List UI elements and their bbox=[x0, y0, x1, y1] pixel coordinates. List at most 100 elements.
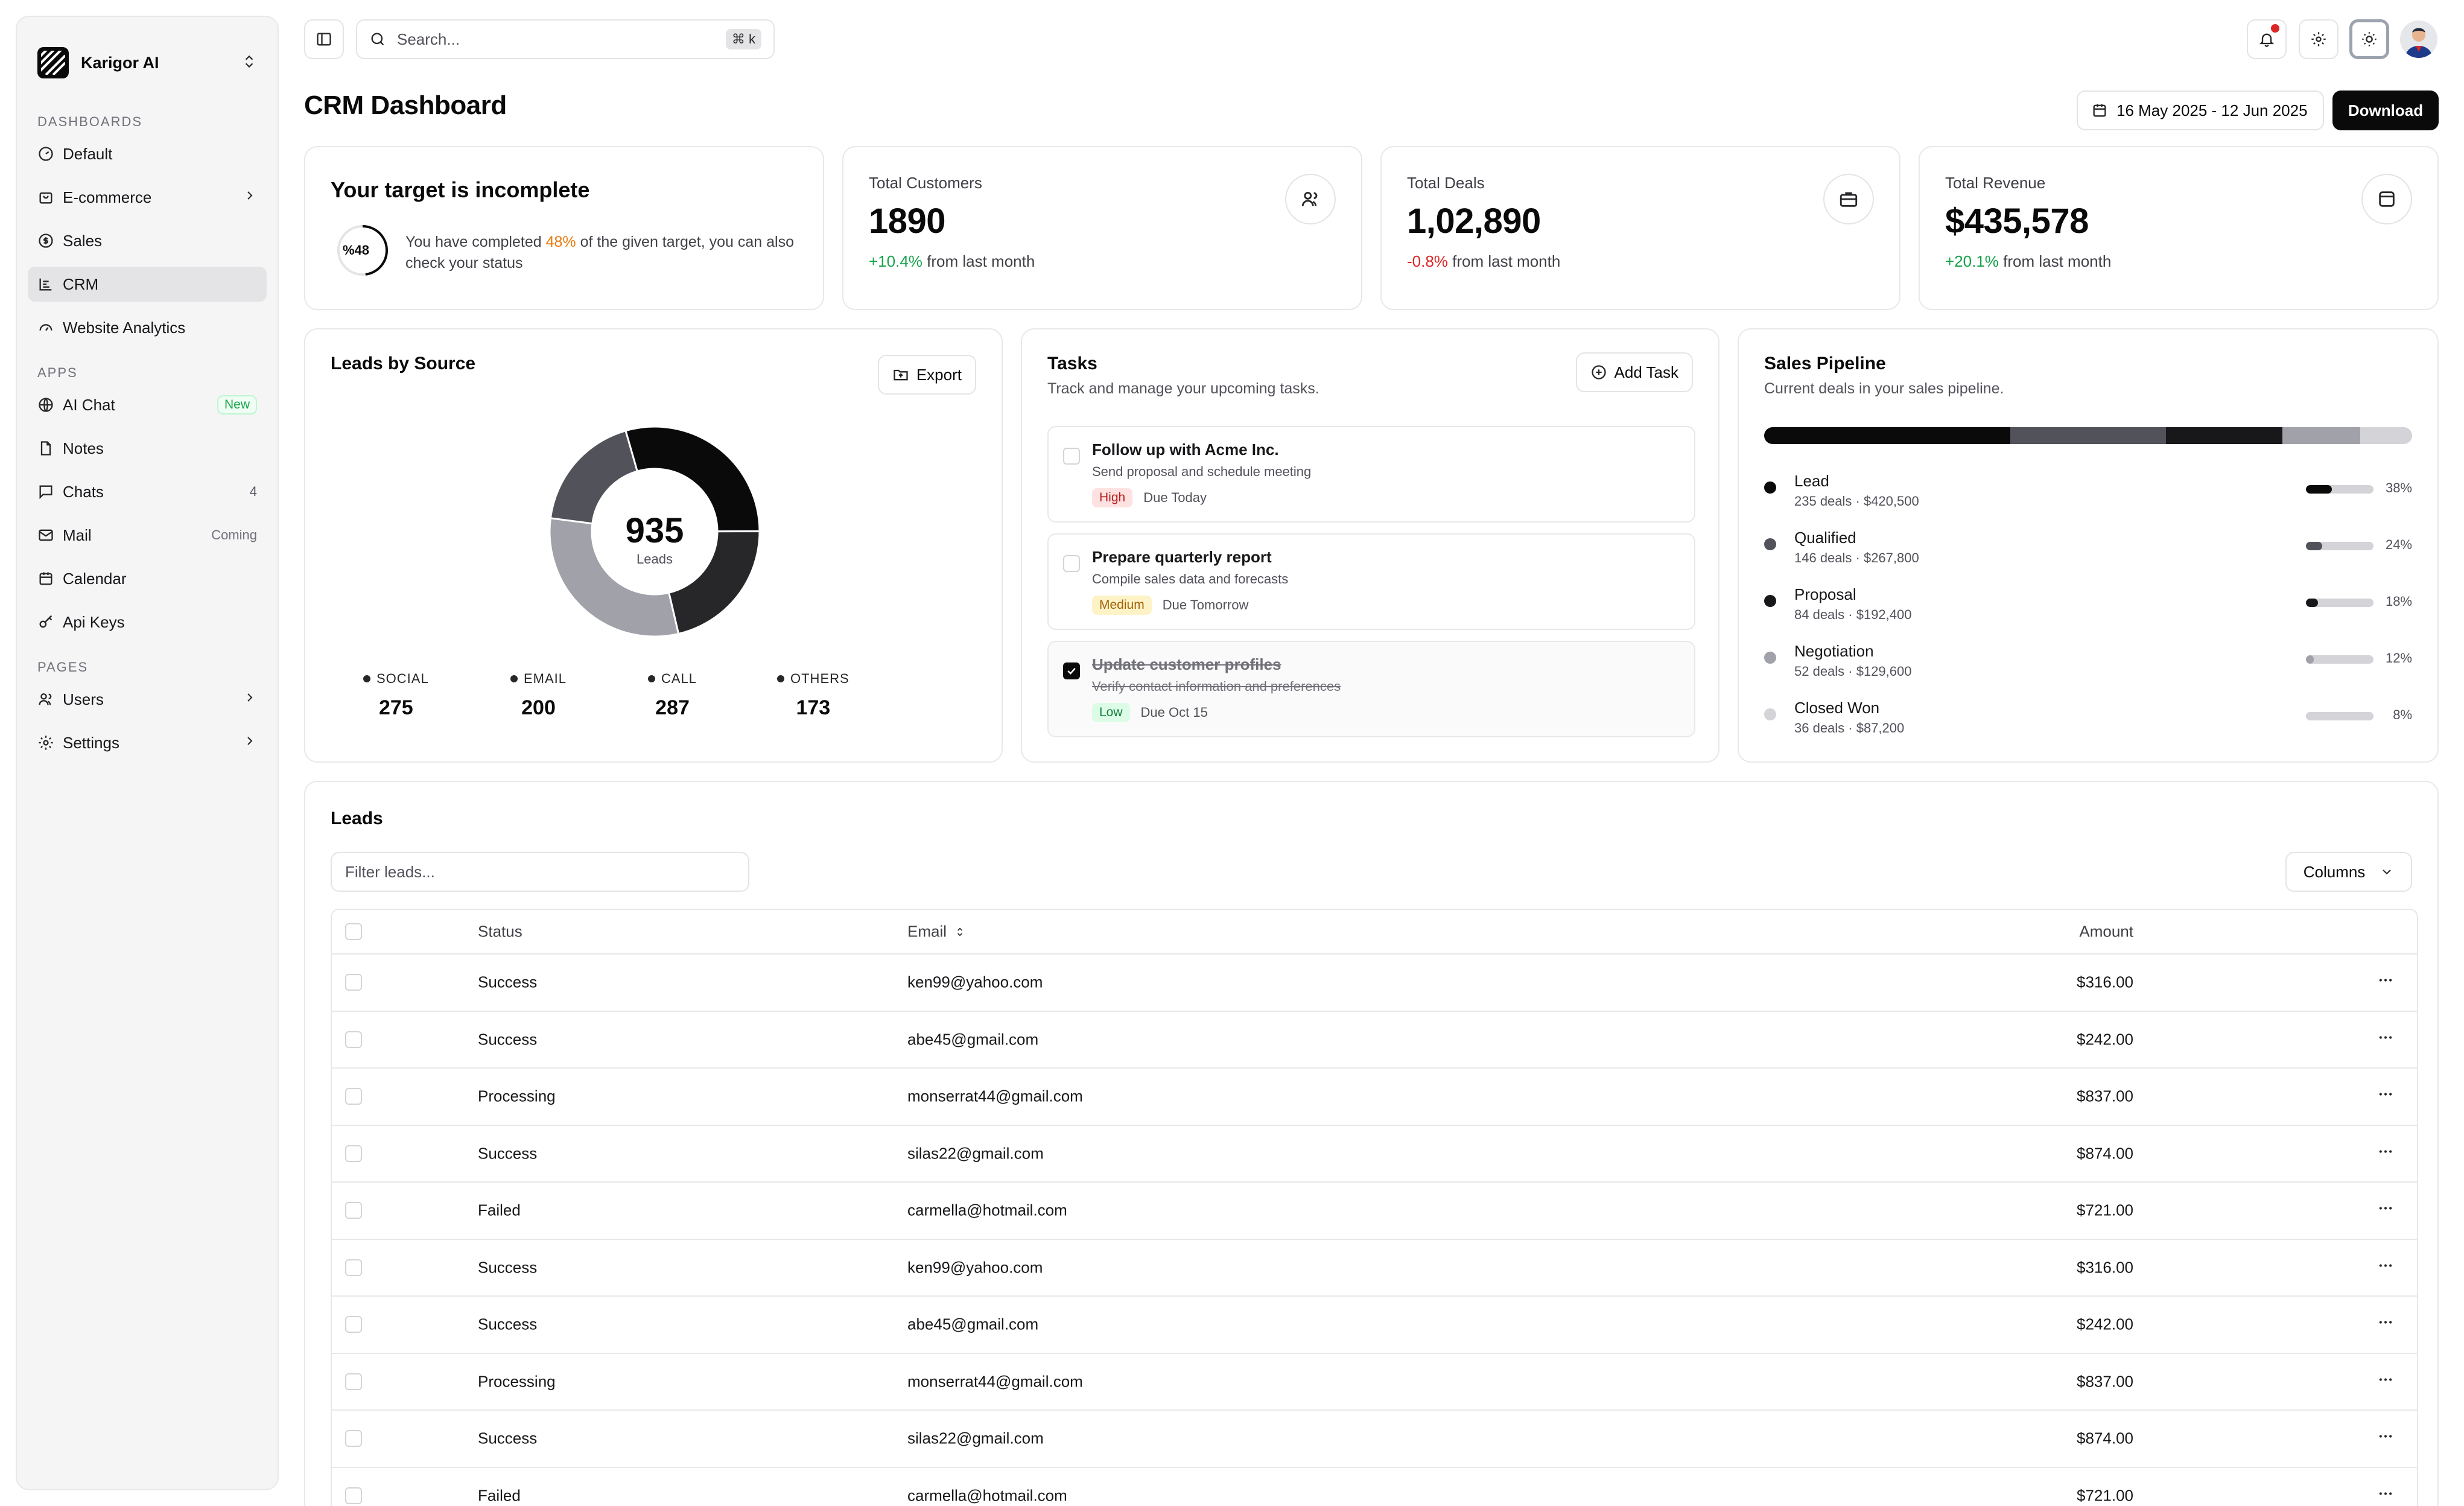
sidebar-item-settings[interactable]: Settings bbox=[28, 725, 267, 760]
search-input[interactable]: Search... ⌘ k bbox=[356, 19, 775, 59]
table-row[interactable]: Success abe45@gmail.com $242.00 bbox=[332, 1297, 2417, 1354]
leads-source-title: Leads by Source bbox=[331, 354, 476, 373]
row-checkbox[interactable] bbox=[345, 1373, 362, 1390]
table-row[interactable]: Success abe45@gmail.com $242.00 bbox=[332, 1012, 2417, 1069]
row-actions-button[interactable] bbox=[2377, 1029, 2394, 1050]
row-actions-button[interactable] bbox=[2377, 1257, 2394, 1278]
add-task-button[interactable]: Add Task bbox=[1575, 352, 1693, 392]
export-label: Export bbox=[916, 365, 962, 384]
sidebar-item-label: E-commerce bbox=[63, 188, 152, 206]
user-avatar[interactable] bbox=[2400, 21, 2437, 58]
row-status: Processing bbox=[478, 1372, 556, 1391]
task-item[interactable]: Update customer profiles Verify contact … bbox=[1047, 641, 1695, 737]
table-row[interactable]: Failed carmella@hotmail.com $721.00 bbox=[332, 1468, 2417, 1506]
row-actions-button[interactable] bbox=[2377, 1200, 2394, 1221]
row-checkbox[interactable] bbox=[345, 1031, 362, 1048]
export-button[interactable]: Export bbox=[877, 355, 976, 395]
row-checkbox[interactable] bbox=[345, 1259, 362, 1276]
sidebar-item-ecommerce[interactable]: E-commerce bbox=[28, 180, 267, 215]
date-range-picker[interactable]: 16 May 2025 - 12 Jun 2025 bbox=[2077, 91, 2324, 130]
row-checkbox[interactable] bbox=[345, 974, 362, 991]
file-icon bbox=[37, 440, 54, 457]
columns-button[interactable]: Columns bbox=[2285, 852, 2412, 892]
sidebar-item-default[interactable]: Default bbox=[28, 136, 267, 171]
theme-toggle-button[interactable] bbox=[2349, 19, 2389, 59]
priority-badge: Low bbox=[1092, 703, 1130, 722]
sidebar-toggle-button[interactable] bbox=[304, 19, 344, 59]
key-icon bbox=[37, 614, 54, 631]
task-checkbox[interactable] bbox=[1063, 662, 1080, 679]
legend-item: OTHERS 173 bbox=[777, 671, 849, 720]
row-actions-button[interactable] bbox=[2377, 1428, 2394, 1449]
sidebar-item-chats[interactable]: Chats 4 bbox=[28, 474, 267, 509]
pipeline-title: Sales Pipeline bbox=[1764, 354, 1886, 373]
notifications-button[interactable] bbox=[2247, 19, 2287, 59]
table-row[interactable]: Processing monserrat44@gmail.com $837.00 bbox=[332, 1354, 2417, 1411]
row-email: carmella@hotmail.com bbox=[907, 1201, 1067, 1219]
legend-swatch bbox=[510, 675, 518, 682]
row-actions-button[interactable] bbox=[2377, 972, 2394, 993]
row-status: Processing bbox=[478, 1087, 556, 1105]
table-row[interactable]: Success silas22@gmail.com $874.00 bbox=[332, 1126, 2417, 1183]
row-checkbox[interactable] bbox=[345, 1430, 362, 1447]
task-due: Due Tomorrow bbox=[1162, 597, 1249, 612]
sidebar-item-mail[interactable]: Mail Coming bbox=[28, 518, 267, 553]
stat-value: $435,578 bbox=[1945, 202, 2089, 241]
table-row[interactable]: Success silas22@gmail.com $874.00 bbox=[332, 1411, 2417, 1468]
task-due: Due Oct 15 bbox=[1140, 705, 1208, 720]
table-row[interactable]: Processing monserrat44@gmail.com $837.00 bbox=[332, 1069, 2417, 1126]
sun-icon bbox=[2362, 32, 2377, 46]
row-actions-button[interactable] bbox=[2377, 1143, 2394, 1164]
team-switcher[interactable]: Karigor AI bbox=[28, 31, 267, 94]
row-email: carmella@hotmail.com bbox=[907, 1486, 1067, 1505]
brand-name: Karigor AI bbox=[81, 53, 159, 72]
stage-progress-fill bbox=[2306, 599, 2319, 607]
sidebar-item-sales[interactable]: Sales bbox=[28, 223, 267, 258]
task-meta: Medium Due Tomorrow bbox=[1092, 596, 1678, 615]
table-row[interactable]: Success ken99@yahoo.com $316.00 bbox=[332, 955, 2417, 1012]
sidebar-item-ai-chat[interactable]: AI Chat New bbox=[28, 387, 267, 422]
row-actions-button[interactable] bbox=[2377, 1314, 2394, 1335]
stage-dot bbox=[1764, 708, 1776, 720]
legend-value: 173 bbox=[796, 696, 831, 719]
table-row[interactable]: Success ken99@yahoo.com $316.00 bbox=[332, 1240, 2417, 1297]
sidebar-item-label: Notes bbox=[63, 439, 104, 457]
tasks-card: Tasks Track and manage your upcoming tas… bbox=[1021, 328, 1719, 763]
task-desc: Compile sales data and forecasts bbox=[1092, 571, 1289, 586]
task-title: Prepare quarterly report bbox=[1092, 548, 1272, 566]
sidebar-item-website-analytics[interactable]: Website Analytics bbox=[28, 310, 267, 345]
sidebar-item-notes[interactable]: Notes bbox=[28, 431, 267, 466]
settings-button[interactable] bbox=[2299, 19, 2339, 59]
task-title: Follow up with Acme Inc. bbox=[1092, 440, 1279, 459]
row-checkbox[interactable] bbox=[345, 1487, 362, 1504]
task-meta: High Due Today bbox=[1092, 488, 1678, 507]
header-email-sort[interactable]: Email bbox=[907, 923, 966, 941]
target-title: Your target is incomplete bbox=[331, 177, 590, 202]
legend-label: SOCIAL bbox=[376, 671, 429, 686]
task-checkbox[interactable] bbox=[1063, 555, 1080, 572]
download-button[interactable]: Download bbox=[2332, 91, 2439, 130]
sidebar-item-label: Website Analytics bbox=[63, 318, 186, 337]
sidebar-item-calendar[interactable]: Calendar bbox=[28, 561, 267, 596]
row-actions-button[interactable] bbox=[2377, 1086, 2394, 1107]
stage-info: 52 deals · $129,600 bbox=[1794, 664, 1912, 679]
select-all-checkbox[interactable] bbox=[345, 923, 362, 940]
task-checkbox[interactable] bbox=[1063, 448, 1080, 465]
sidebar-item-users[interactable]: Users bbox=[28, 682, 267, 717]
task-item[interactable]: Follow up with Acme Inc. Send proposal a… bbox=[1047, 426, 1695, 523]
row-actions-button[interactable] bbox=[2377, 1371, 2394, 1392]
row-checkbox[interactable] bbox=[345, 1088, 362, 1105]
row-status: Success bbox=[478, 1258, 538, 1277]
row-checkbox[interactable] bbox=[345, 1316, 362, 1333]
leads-table-title: Leads bbox=[331, 809, 383, 828]
sidebar-item-api-keys[interactable]: Api Keys bbox=[28, 605, 267, 640]
table-row[interactable]: Failed carmella@hotmail.com $721.00 bbox=[332, 1183, 2417, 1240]
row-actions-button[interactable] bbox=[2377, 1485, 2394, 1506]
filter-leads-input[interactable]: Filter leads... bbox=[331, 852, 749, 892]
legend-key: SOCIAL bbox=[363, 671, 429, 687]
task-item[interactable]: Prepare quarterly report Compile sales d… bbox=[1047, 533, 1695, 630]
stage-info: 84 deals · $192,400 bbox=[1794, 607, 1912, 622]
row-checkbox[interactable] bbox=[345, 1202, 362, 1219]
sidebar-item-crm[interactable]: CRM bbox=[28, 267, 267, 302]
row-checkbox[interactable] bbox=[345, 1145, 362, 1162]
